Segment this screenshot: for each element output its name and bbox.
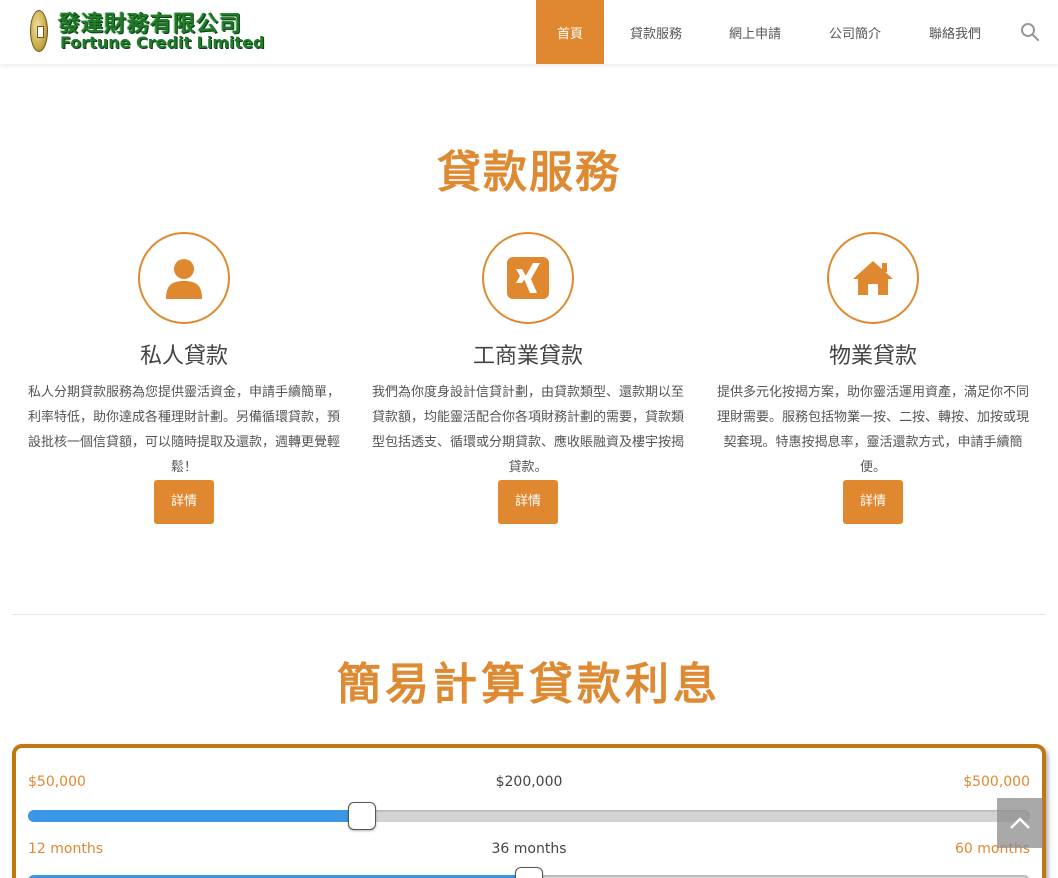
site-header: 發達財務有限公司 Fortune Credit Limited 首頁 貸款服務 … — [0, 0, 1058, 64]
details-button[interactable]: 詳情 — [843, 480, 903, 524]
term-value-label: 36 months — [491, 841, 567, 857]
service-description: 私人分期貸款服務為您提供靈活資金，申請手續簡單，利率特低，助你達成各種理財計劃。… — [27, 385, 340, 475]
chevron-up-icon — [1010, 817, 1030, 829]
search-button[interactable] — [1002, 0, 1058, 64]
service-card-property: 物業貸款 提供多元化按揭方案，助你靈活運用資產，滿足你不同理財需要。服務包括物業… — [714, 232, 1032, 524]
service-icon-circle — [482, 232, 574, 324]
service-icon-circle — [138, 232, 230, 324]
amount-slider-fill — [28, 810, 362, 822]
service-card-personal: 私人貸款 私人分期貸款服務為您提供靈活資金，申請手續簡單，利率特低，助你達成各種… — [25, 232, 343, 524]
logo-english-name: Fortune Credit Limited — [60, 33, 265, 52]
nav-online-application[interactable]: 網上申請 — [708, 0, 802, 64]
amount-value-label: $200,000 — [495, 774, 563, 790]
nav-contact-us[interactable]: 聯絡我們 — [908, 0, 1002, 64]
calculator-heading: 簡易計算貸款利息 — [337, 659, 721, 710]
logo[interactable]: 發達財務有限公司 Fortune Credit Limited — [30, 8, 264, 56]
service-name: 工商業貸款 — [472, 344, 583, 369]
xing-icon — [507, 257, 549, 299]
service-icon-circle — [827, 232, 919, 324]
service-description: 我們為你度身設計信貸計劃，由貸款類型、還款期以至貸款額，均能靈活配合你各項財務計… — [371, 385, 684, 475]
nav-company-profile[interactable]: 公司簡介 — [802, 0, 908, 64]
service-description: 提供多元化按揭方案，助你靈活運用資產，滿足你不同理財需要。服務包括物業一按、二按… — [716, 385, 1029, 475]
details-button[interactable]: 詳情 — [498, 480, 558, 524]
amount-slider-handle[interactable] — [348, 802, 376, 830]
amount-max-label: $500,000 — [963, 774, 1030, 790]
search-icon — [1021, 23, 1040, 42]
coin-logo-icon — [30, 10, 48, 52]
nav-loan-services[interactable]: 貸款服務 — [604, 0, 708, 64]
service-card-business: 工商業貸款 我們為你度身設計信貸計劃，由貸款類型、還款期以至貸款額，均能靈活配合… — [369, 232, 687, 524]
home-icon — [853, 261, 893, 295]
loan-calculator: $50,000 $200,000 $500,000 12 months 36 m… — [12, 744, 1046, 878]
service-name: 物業貸款 — [828, 344, 917, 369]
section-divider — [12, 614, 1046, 615]
service-name: 私人貸款 — [139, 344, 228, 369]
nav-home[interactable]: 首頁 — [536, 0, 604, 64]
details-button[interactable]: 詳情 — [154, 480, 214, 524]
amount-slider-track[interactable] — [28, 810, 1030, 822]
back-to-top-button[interactable] — [997, 798, 1043, 848]
user-icon — [166, 259, 202, 299]
term-slider-handle[interactable] — [515, 867, 543, 878]
main-nav: 首頁 貸款服務 網上申請 公司簡介 聯絡我們 — [536, 0, 1058, 64]
loan-services-heading: 貸款服務 — [437, 147, 621, 198]
